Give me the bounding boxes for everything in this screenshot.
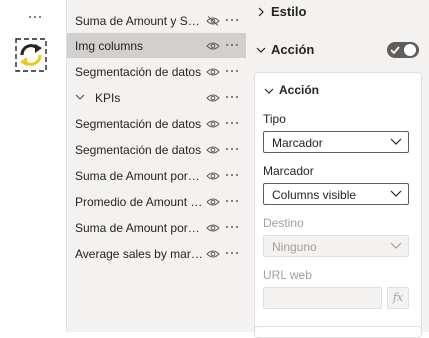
layer-label: Suma de Amount y Sum of Target por Date [75,14,203,28]
chevron-down-icon [390,190,402,197]
toggle-knob [404,44,416,56]
layer-row[interactable]: Promedio de Amount por Date [67,189,246,214]
layer-label: Segmentación de datos [75,65,202,79]
url-input[interactable] [263,287,382,309]
visualizations-strip [0,0,67,332]
layer-row[interactable]: Segmentación de datos [67,59,246,84]
chevron-down-icon [390,242,402,249]
layer-row-selected[interactable]: Img columns [67,33,246,58]
more-options-icon[interactable] [225,252,239,256]
eye-icon[interactable] [206,119,220,129]
card-header[interactable]: Acción [255,81,421,101]
eye-icon[interactable] [206,197,220,207]
layer-row[interactable]: Average sales by marital status [67,241,246,266]
layer-label: Average sales by marital status [75,247,203,261]
section-title: Acción [271,42,315,57]
eye-icon[interactable] [206,145,220,155]
layer-row[interactable]: Segmentación de datos [67,111,246,136]
chevron-down-icon [264,88,274,94]
more-options-icon[interactable] [225,148,239,152]
chevron-down-icon [256,47,266,53]
format-pane: Estilo Acción Acción Tipo Marcador Marca… [246,0,429,338]
section-estilo-header[interactable]: Estilo [246,0,429,26]
eye-icon[interactable] [206,67,220,77]
layer-row[interactable]: Suma de Amount por Date [67,163,246,188]
eye-icon[interactable] [206,93,220,103]
check-icon [390,46,400,55]
more-options-icon[interactable] [225,96,239,100]
more-options-icon[interactable] [225,70,239,74]
layer-group-row[interactable]: KPIs [67,85,246,110]
eye-icon[interactable] [206,41,220,51]
eye-icon[interactable] [206,223,220,233]
url-label: URL web [263,268,312,282]
chevron-down-icon [390,138,402,145]
layer-group-label: KPIs [95,91,121,105]
chevron-down-icon[interactable] [75,92,85,102]
dropdown-value: Marcador [272,136,323,150]
next-card [254,326,422,338]
eye-icon[interactable] [206,171,220,181]
card-title: Acción [279,83,320,97]
marcador-label: Marcador [263,164,314,178]
more-options-icon[interactable] [225,19,239,23]
more-options-icon[interactable] [225,200,239,204]
destino-label: Destino [263,216,304,230]
layer-label: Segmentación de datos [75,143,202,157]
more-options-icon[interactable] [225,122,239,126]
more-options-icon[interactable] [27,14,43,20]
layer-label: Promedio de Amount por Date [75,195,203,209]
layer-row[interactable]: Segmentación de datos [67,137,246,162]
selection-pane-layers: Suma de Amount y Sum of Target por Date … [67,0,246,332]
section-title: Estilo [271,4,307,19]
more-options-icon[interactable] [225,226,239,230]
tipo-label: Tipo [263,112,286,126]
tipo-dropdown[interactable]: Marcador [263,131,409,153]
refresh-bookmark-icon[interactable] [12,34,50,76]
destino-dropdown[interactable]: Ninguno [263,235,409,257]
dropdown-value: Ninguno [272,240,317,254]
marcador-dropdown[interactable]: Columns visible [263,183,409,205]
more-options-icon[interactable] [225,174,239,178]
dropdown-value: Columns visible [272,188,357,202]
layer-label: Suma de Amount por Date [75,221,203,235]
more-options-icon[interactable] [225,44,239,48]
chevron-right-icon [258,7,264,17]
eye-icon[interactable] [206,249,220,259]
layer-row[interactable]: Suma de Amount y Sum of Target por Date [67,8,246,33]
layer-label: Segmentación de datos [75,117,202,131]
fx-button[interactable]: fx [387,287,409,309]
layer-row[interactable]: Suma de Amount por Date [67,215,246,240]
layer-label: Img columns [75,39,144,53]
accion-card: Acción Tipo Marcador Marcador Columns vi… [254,72,422,336]
accion-toggle[interactable] [387,42,419,58]
layer-label: Suma de Amount por Date [75,169,203,183]
eye-hidden-icon[interactable] [206,16,220,26]
